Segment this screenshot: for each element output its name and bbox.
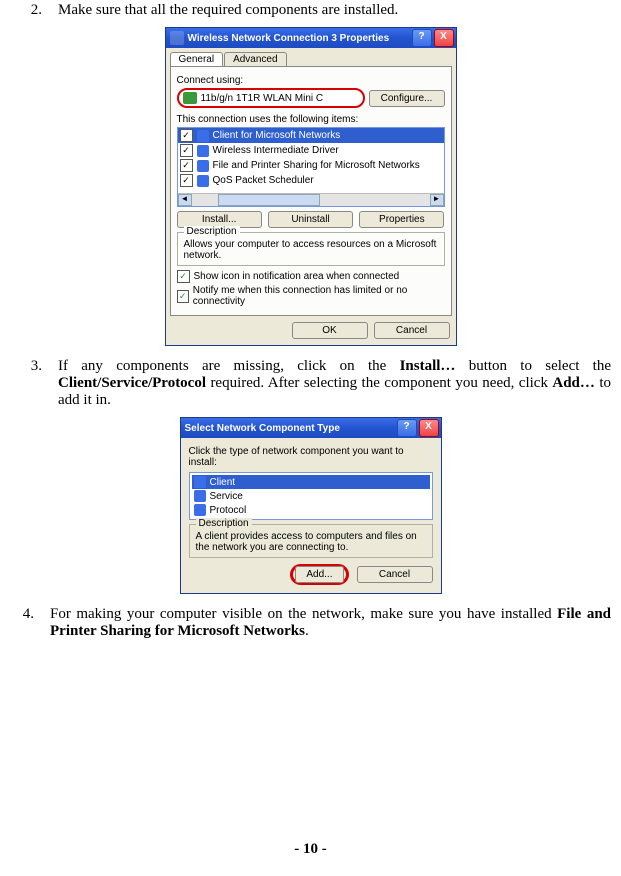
checkbox-icon[interactable]: ✓ bbox=[180, 159, 193, 172]
step-num: 4. bbox=[2, 606, 34, 640]
description-text: A client provides access to computers an… bbox=[196, 531, 426, 553]
tab-page: Connect using: 11b/g/n 1T1R WLAN Mini C … bbox=[170, 66, 452, 316]
instruction-label: Click the type of network component you … bbox=[189, 446, 433, 468]
horizontal-scrollbar[interactable]: ◄ ► bbox=[178, 193, 444, 206]
window-title: Wireless Network Connection 3 Properties bbox=[188, 33, 410, 44]
configure-button[interactable]: Configure... bbox=[369, 90, 445, 107]
list-item[interactable]: Client bbox=[192, 475, 430, 489]
item-label: Service bbox=[210, 491, 243, 502]
help-button[interactable]: ? bbox=[397, 419, 417, 437]
scroll-thumb[interactable] bbox=[218, 194, 320, 206]
adapter-field: 11b/g/n 1T1R WLAN Mini C bbox=[177, 88, 365, 108]
close-button[interactable]: X bbox=[419, 419, 439, 437]
cancel-button[interactable]: Cancel bbox=[374, 322, 450, 339]
component-list[interactable]: ✓ Client for Microsoft Networks ✓ Wirele… bbox=[177, 127, 445, 207]
component-icon bbox=[197, 145, 209, 157]
component-type-dialog: Select Network Component Type ? X Click … bbox=[180, 417, 442, 594]
checkbox-icon[interactable]: ✓ bbox=[180, 174, 193, 187]
nic-icon bbox=[183, 92, 197, 104]
item-label: File and Printer Sharing for Microsoft N… bbox=[213, 160, 420, 171]
tabstrip: General Advanced bbox=[170, 52, 452, 66]
uses-items-label: This connection uses the following items… bbox=[177, 114, 445, 125]
checkbox-label: Notify me when this connection has limit… bbox=[193, 285, 445, 307]
notify-checkbox[interactable]: ✓ Notify me when this connection has lim… bbox=[177, 285, 445, 307]
step-num: 3. bbox=[10, 358, 42, 409]
titlebar: Select Network Component Type ? X bbox=[181, 418, 441, 438]
adapter-name: 11b/g/n 1T1R WLAN Mini C bbox=[201, 93, 324, 104]
step-4: 4. For making your computer visible on t… bbox=[2, 606, 611, 640]
tab-advanced[interactable]: Advanced bbox=[224, 52, 286, 66]
help-button[interactable]: ? bbox=[412, 29, 432, 47]
cancel-button[interactable]: Cancel bbox=[357, 566, 433, 583]
item-label: Client for Microsoft Networks bbox=[213, 130, 341, 141]
client-icon bbox=[194, 476, 206, 488]
checkbox-icon[interactable]: ✓ bbox=[180, 129, 193, 142]
add-button[interactable]: Add... bbox=[295, 566, 343, 583]
service-icon bbox=[194, 490, 206, 502]
component-icon bbox=[197, 175, 209, 187]
scroll-right-icon[interactable]: ► bbox=[430, 194, 444, 206]
description-legend: Description bbox=[184, 226, 240, 237]
component-icon bbox=[197, 160, 209, 172]
window-title: Select Network Component Type bbox=[185, 423, 395, 434]
step-3: 3. If any components are missing, click … bbox=[10, 358, 611, 409]
item-label: QoS Packet Scheduler bbox=[213, 175, 314, 186]
checkbox-icon[interactable]: ✓ bbox=[180, 144, 193, 157]
list-item[interactable]: ✓ File and Printer Sharing for Microsoft… bbox=[178, 158, 444, 173]
item-label: Wireless Intermediate Driver bbox=[213, 145, 339, 156]
description-legend: Description bbox=[196, 518, 252, 529]
tab-general[interactable]: General bbox=[170, 52, 224, 66]
uninstall-button[interactable]: Uninstall bbox=[268, 211, 353, 228]
description-text: Allows your computer to access resources… bbox=[184, 239, 438, 261]
step-text: Make sure that all the required componen… bbox=[42, 2, 611, 19]
show-icon-checkbox[interactable]: ✓ Show icon in notification area when co… bbox=[177, 270, 445, 283]
list-item[interactable]: ✓ QoS Packet Scheduler bbox=[178, 173, 444, 188]
ok-button[interactable]: OK bbox=[292, 322, 368, 339]
page-number: - 10 - bbox=[0, 841, 621, 858]
scroll-left-icon[interactable]: ◄ bbox=[178, 194, 192, 206]
list-item[interactable]: ✓ Wireless Intermediate Driver bbox=[178, 143, 444, 158]
properties-button[interactable]: Properties bbox=[359, 211, 444, 228]
item-label: Protocol bbox=[210, 505, 247, 516]
list-item[interactable]: ✓ Client for Microsoft Networks bbox=[178, 128, 444, 143]
step-num: 2. bbox=[10, 2, 42, 19]
step-text: For making your computer visible on the … bbox=[34, 606, 611, 640]
description-group: Description A client provides access to … bbox=[189, 524, 433, 558]
checkbox-label: Show icon in notification area when conn… bbox=[194, 271, 400, 282]
close-button[interactable]: X bbox=[434, 29, 454, 47]
type-list[interactable]: Client Service Protocol bbox=[189, 472, 433, 520]
app-icon bbox=[170, 31, 184, 45]
list-item[interactable]: Service bbox=[192, 489, 430, 503]
add-highlight: Add... bbox=[290, 564, 348, 585]
component-icon bbox=[197, 130, 209, 142]
titlebar: Wireless Network Connection 3 Properties… bbox=[166, 28, 456, 48]
item-label: Client bbox=[210, 477, 236, 488]
step-text: If any components are missing, click on … bbox=[42, 358, 611, 409]
step-2: 2. Make sure that all the required compo… bbox=[10, 2, 611, 19]
list-item[interactable]: Protocol bbox=[192, 503, 430, 517]
description-group: Description Allows your computer to acce… bbox=[177, 232, 445, 266]
checkbox-icon[interactable]: ✓ bbox=[177, 270, 190, 283]
properties-dialog: Wireless Network Connection 3 Properties… bbox=[165, 27, 457, 346]
connect-using-label: Connect using: bbox=[177, 75, 445, 86]
protocol-icon bbox=[194, 504, 206, 516]
checkbox-icon[interactable]: ✓ bbox=[177, 290, 189, 303]
